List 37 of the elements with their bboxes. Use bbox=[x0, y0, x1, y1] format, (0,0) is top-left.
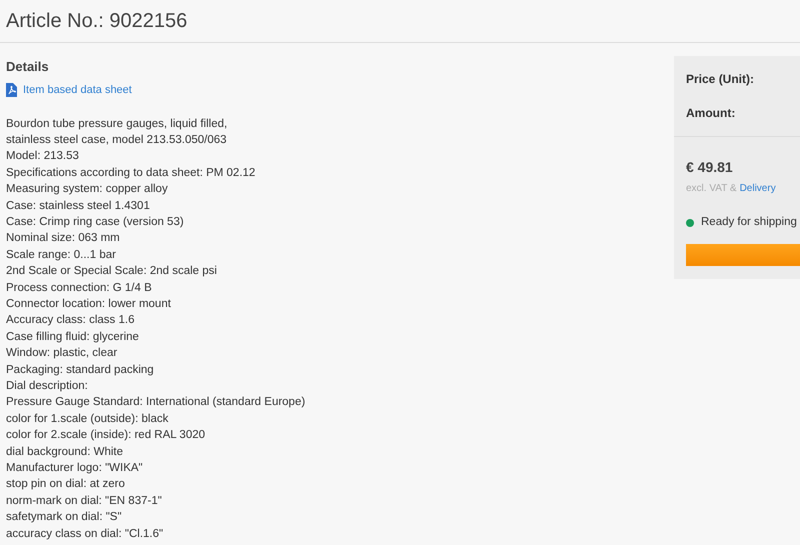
unit-price: € 49.81 bbox=[686, 158, 734, 177]
article-title: Article No.: 9022156 bbox=[6, 9, 188, 34]
tax-note: excl. VAT & bbox=[686, 182, 737, 196]
specification-line: Dial description: bbox=[6, 379, 89, 394]
amount-label: Amount: bbox=[686, 105, 736, 122]
specification-line: Scale range: 0...1 bar bbox=[6, 248, 117, 263]
specification-line: Case: Crimp ring case (version 53) bbox=[6, 214, 185, 230]
specification-line: dial background: White bbox=[6, 444, 124, 460]
specification-line: Measuring system: copper alloy bbox=[6, 182, 169, 198]
availability-status: Ready for shipping bbox=[701, 215, 797, 230]
specification-line: Nominal size: 063 mm bbox=[6, 231, 121, 246]
specification-line: Specifications according to data sheet: PM 02.12 bbox=[6, 166, 256, 181]
specification-line: stop pin on dial: at zero bbox=[6, 477, 126, 492]
specification-line: Model: 213.53 bbox=[6, 149, 80, 164]
specification-line: Accuracy class: class 1.6 bbox=[6, 313, 136, 328]
specification-line: Bourdon tube pressure gauges, liquid filled, bbox=[6, 116, 228, 132]
pdf-document-icon bbox=[6, 83, 17, 98]
specification-line: Process connection: G 1/4 B bbox=[6, 280, 153, 296]
details-heading: Details bbox=[6, 58, 50, 76]
specification-line: Case: stainless steel 1.4301 bbox=[6, 198, 151, 214]
specification-line: color for 2.scale (inside): red RAL 3020 bbox=[6, 428, 206, 444]
specification-line: 2nd Scale or Special Scale: 2nd scale psi bbox=[6, 264, 218, 280]
specification-line: safetymark on dial: "S" bbox=[6, 510, 123, 526]
specification-line: accuracy class on dial: "Cl.1.6" bbox=[6, 526, 164, 542]
price-label: Price (Unit): bbox=[686, 71, 756, 88]
specification-line: color for 1.scale (outside): black bbox=[6, 412, 170, 427]
specification-line: norm-mark on dial: "EN 837-1" bbox=[6, 494, 163, 509]
add-to-cart-button[interactable] bbox=[686, 244, 800, 266]
specification-line: Manufacturer logo: "WIKA" bbox=[6, 461, 144, 476]
delivery-link[interactable]: Delivery bbox=[740, 181, 776, 196]
specification-line: Packaging: standard packing bbox=[6, 362, 155, 378]
specification-line: stainless steel case, model 213.53.050/063 bbox=[6, 132, 228, 148]
specification-line: Connector location: lower mount bbox=[6, 296, 172, 312]
data-sheet-link[interactable]: Item based data sheet bbox=[23, 82, 132, 98]
specification-line: Window: plastic, clear bbox=[6, 346, 118, 362]
specification-line: Case filling fluid: glycerine bbox=[6, 330, 140, 345]
specification-line: Pressure Gauge Standard: International (standard Europe) bbox=[6, 395, 306, 410]
